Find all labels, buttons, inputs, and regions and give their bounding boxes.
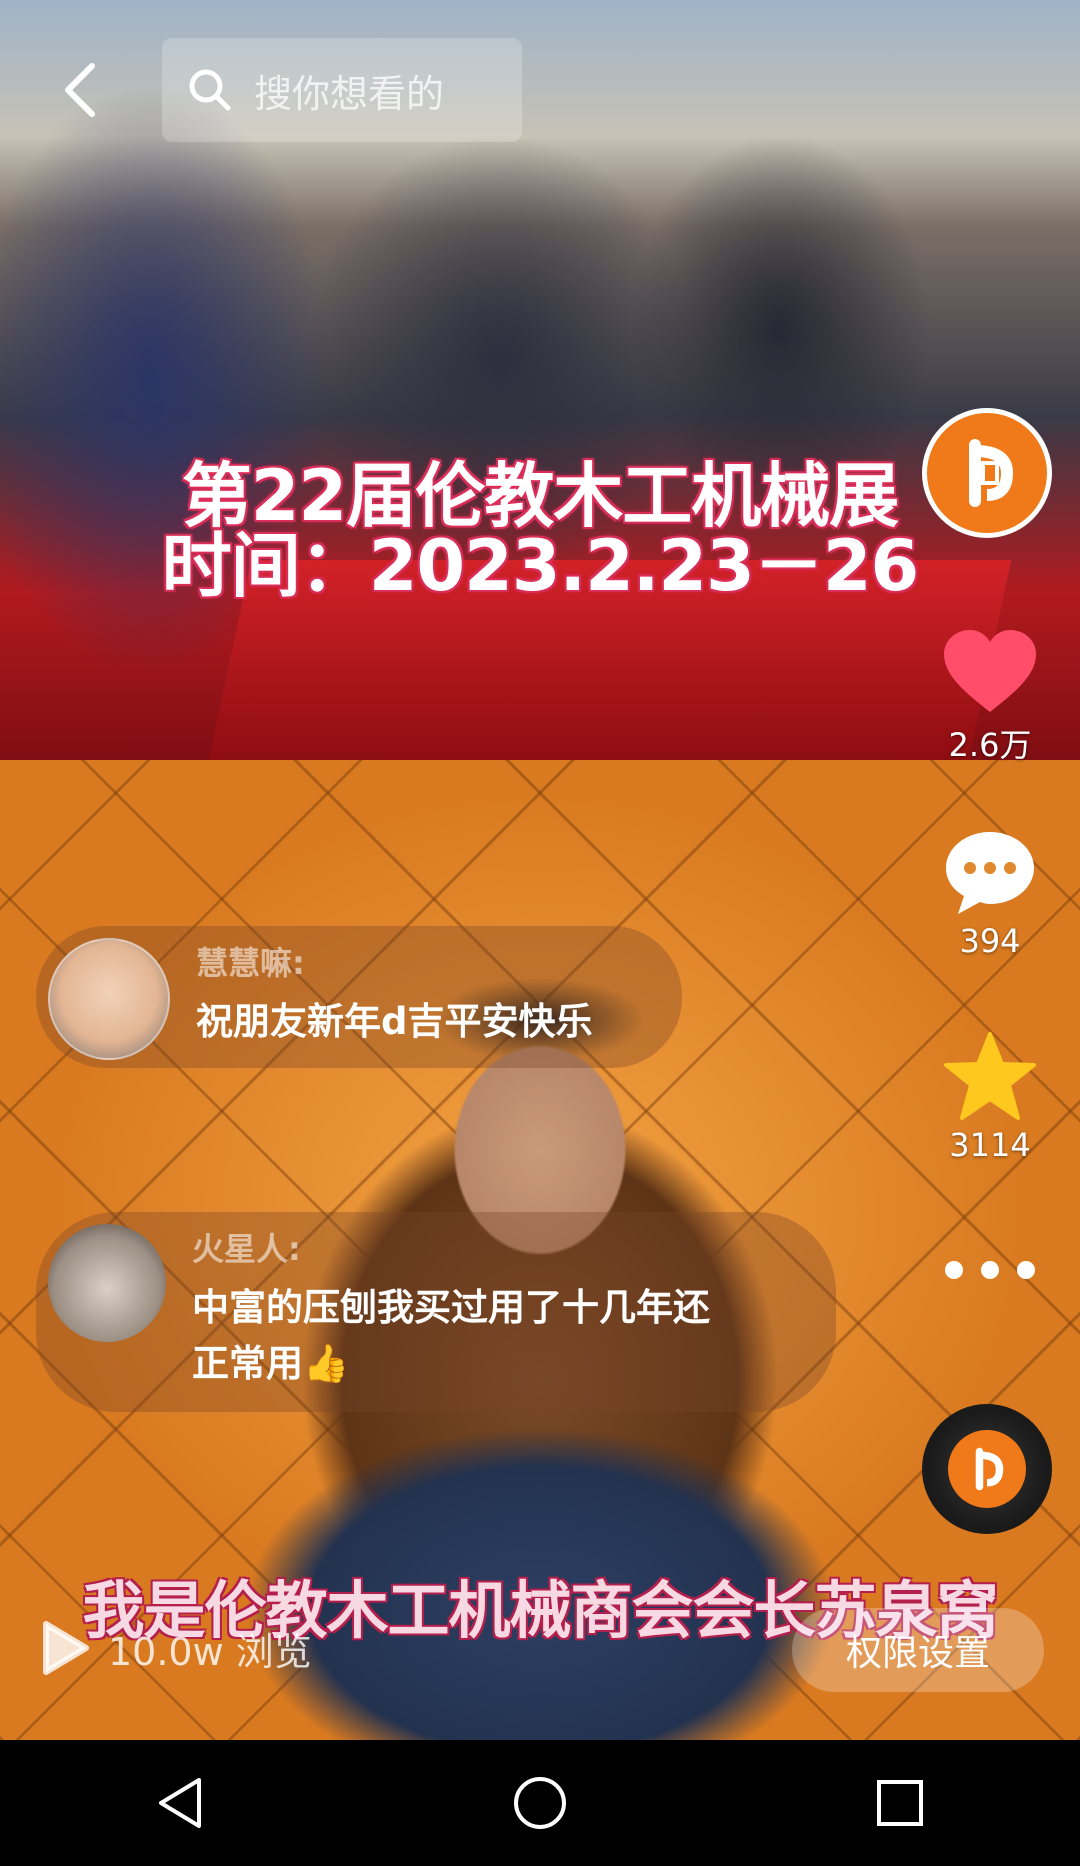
comment-text-line: 正常用👍 <box>192 1342 350 1385</box>
more-dots-icon[interactable] <box>945 1250 1035 1290</box>
brand-logo-icon <box>975 1447 1004 1491</box>
more-dot <box>981 1261 999 1279</box>
view-count: 10.0w 浏览 <box>40 1620 312 1676</box>
floating-comment[interactable]: 火星人: 中富的压刨我买过用了十几年还 正常用👍 <box>36 1212 836 1412</box>
system-nav-bar <box>0 1740 1080 1866</box>
search-placeholder: 搜你想看的 <box>254 71 445 116</box>
search-icon <box>189 69 231 111</box>
views-label: 10.0w 浏览 <box>108 1629 312 1674</box>
commenter-name: 火星人: <box>192 1230 301 1268</box>
star-icon <box>944 1032 1036 1120</box>
floating-comment[interactable]: 慧慧嘛: 祝朋友新年d吉平安快乐 <box>36 926 682 1068</box>
commenter-avatar <box>48 938 170 1060</box>
permission-settings-button[interactable]: 权限设置 <box>792 1608 1044 1692</box>
music-disc[interactable] <box>922 1404 1052 1534</box>
comment-text-line: 中富的压刨我买过用了十几年还 <box>192 1286 710 1329</box>
heart-icon <box>944 630 1036 712</box>
commenter-avatar <box>48 1224 166 1342</box>
comment-text: 祝朋友新年d吉平安快乐 <box>196 1000 593 1043</box>
comment-count: 394 <box>959 922 1021 960</box>
comment-bubble-icon <box>946 832 1034 914</box>
commenter-name: 慧慧嘛: <box>196 944 305 982</box>
like-count: 2.6万 <box>948 726 1032 764</box>
comment-text: 中富的压刨我买过用了十几年还 正常用👍 <box>192 1280 710 1392</box>
nav-recent-button[interactable] <box>840 1743 960 1863</box>
like-button[interactable]: 2.6万 <box>930 628 1050 766</box>
nav-home-button[interactable] <box>480 1743 600 1863</box>
comment-button[interactable]: 394 <box>930 828 1050 960</box>
search-bar[interactable]: 搜你想看的 <box>162 38 522 142</box>
brand-logo-icon <box>969 439 1014 507</box>
favorite-count: 3114 <box>949 1126 1031 1164</box>
favorite-button[interactable]: 3114 <box>930 1030 1050 1164</box>
nav-back-button[interactable] <box>120 1743 240 1863</box>
back-button[interactable] <box>50 60 110 120</box>
top-caption-line2: 时间：2023.2.23－26 <box>161 525 920 607</box>
more-dot <box>945 1261 963 1279</box>
music-disc-logo <box>948 1430 1026 1508</box>
author-avatar[interactable] <box>922 408 1052 538</box>
play-icon <box>43 1621 89 1675</box>
nav-home-icon <box>514 1777 566 1829</box>
back-arrow-icon <box>65 63 95 117</box>
nav-recent-icon <box>877 1780 923 1826</box>
nav-back-icon <box>159 1778 201 1828</box>
more-dot <box>1017 1261 1035 1279</box>
